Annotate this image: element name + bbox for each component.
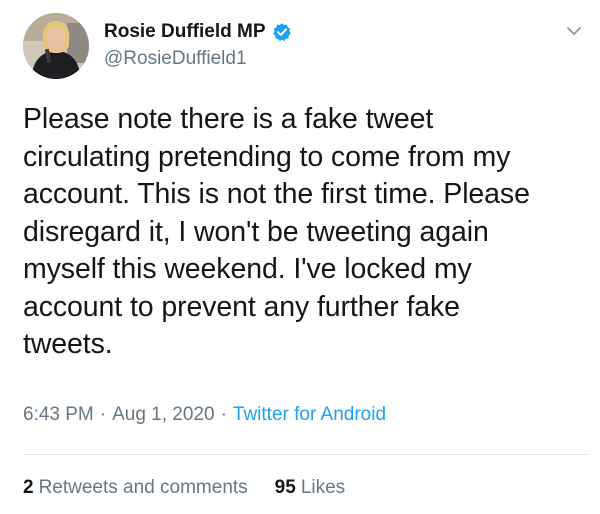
profile-photo — [23, 13, 89, 79]
divider — [23, 454, 588, 455]
tweet-stats: 2 Retweets and comments 95 Likes — [23, 477, 345, 499]
retweets-label: Retweets and comments — [38, 477, 248, 498]
verified-badge-icon — [272, 22, 292, 42]
meta-separator: · — [220, 404, 227, 425]
tweet-text: Please note there is a fake tweet circul… — [23, 103, 530, 360]
likes-stat[interactable]: 95 Likes — [275, 477, 346, 499]
tweet-card: Rosie Duffield MP @RosieDuffield1 Please… — [0, 0, 600, 514]
tweet-time[interactable]: 6:43 PM — [23, 404, 94, 425]
meta-separator: · — [99, 404, 107, 425]
tweet-meta: 6:43 PM · Aug 1, 2020 · Twitter for Android — [23, 404, 386, 426]
tweet-source-link[interactable]: Twitter for Android — [233, 404, 386, 425]
tweet-date[interactable]: Aug 1, 2020 — [112, 404, 214, 425]
avatar[interactable] — [23, 13, 89, 79]
likes-label: Likes — [300, 477, 346, 498]
retweets-count: 2 — [23, 477, 34, 498]
likes-count: 95 — [274, 477, 296, 498]
chevron-down-icon[interactable] — [565, 22, 583, 40]
user-handle[interactable]: @RosieDuffield1 — [104, 48, 247, 70]
author-name-row[interactable]: Rosie Duffield MP — [104, 20, 292, 44]
display-name[interactable]: Rosie Duffield MP — [104, 21, 266, 43]
retweets-stat[interactable]: 2 Retweets and comments — [23, 477, 248, 499]
